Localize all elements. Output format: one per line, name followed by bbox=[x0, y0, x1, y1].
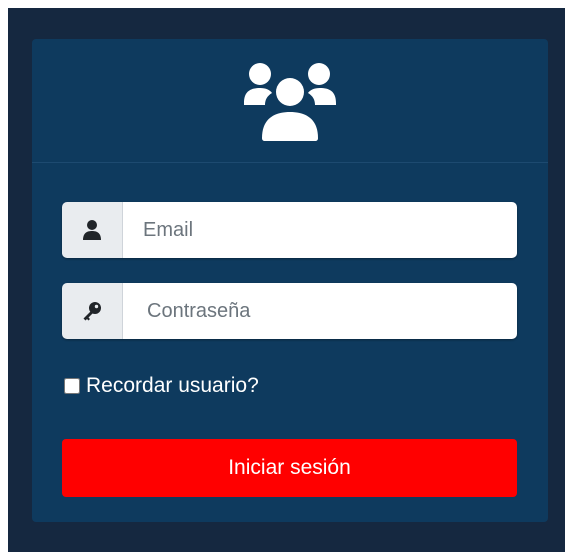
email-input-group bbox=[62, 202, 517, 258]
email-input[interactable] bbox=[123, 202, 517, 258]
page-background: Recordar usuario? Iniciar sesión bbox=[8, 8, 565, 552]
login-button[interactable]: Iniciar sesión bbox=[62, 439, 517, 497]
password-input[interactable] bbox=[123, 283, 517, 339]
login-card: Recordar usuario? Iniciar sesión bbox=[32, 39, 548, 522]
remember-user-checkbox[interactable] bbox=[64, 378, 80, 394]
users-icon bbox=[244, 62, 336, 141]
password-input-group bbox=[62, 283, 517, 339]
remember-user-row[interactable]: Recordar usuario? bbox=[62, 371, 259, 401]
user-icon bbox=[62, 202, 123, 258]
login-card-header bbox=[32, 39, 548, 163]
remember-user-label: Recordar usuario? bbox=[86, 374, 259, 397]
key-icon bbox=[62, 283, 123, 339]
